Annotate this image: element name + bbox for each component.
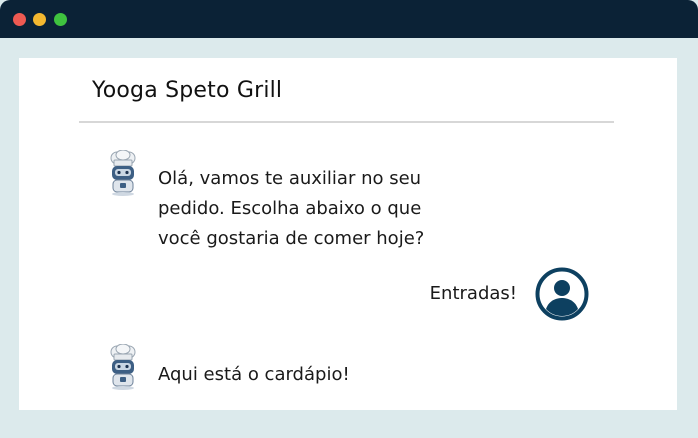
message-line: pedido. Escolha abaixo o que [158,198,422,219]
minimize-window-button[interactable] [33,13,46,26]
message-line: Aqui está o cardápio! [158,364,350,385]
window-titlebar [0,0,698,38]
bot-message: Aqui está o cardápio! [158,360,350,390]
user-message: Entradas! [429,283,517,304]
chef-robot-icon [107,150,139,196]
header-divider [79,121,614,123]
chat-title: Yooga Speto Grill [92,78,283,103]
close-window-button[interactable] [13,13,26,26]
message-line: Olá, vamos te auxiliar no seu [158,168,422,189]
message-line: você gostaria de comer hoje? [158,228,425,249]
chef-robot-icon [107,344,139,390]
bot-message: Olá, vamos te auxiliar no seu pedido. Es… [158,164,424,254]
user-profile-icon [535,267,589,321]
browser-window: Yooga Speto Grill Olá, vamos te auxiliar… [0,0,698,438]
maximize-window-button[interactable] [54,13,67,26]
chat-panel: Yooga Speto Grill Olá, vamos te auxiliar… [19,58,677,410]
